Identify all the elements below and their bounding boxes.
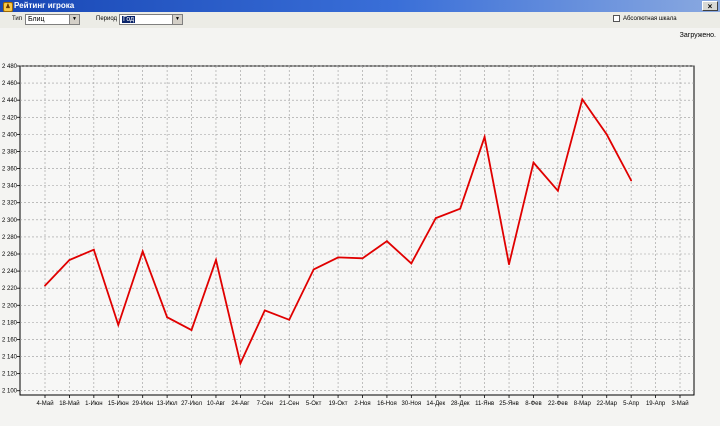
x-tick-label: 2-Ноя xyxy=(354,401,370,407)
data-point xyxy=(68,259,71,261)
x-tick-label: 13-Июл xyxy=(157,401,178,407)
data-point xyxy=(263,309,266,312)
y-tick-label: 2 300 xyxy=(2,218,18,224)
x-tick-label: 4-Май xyxy=(36,400,53,407)
x-tick-label: 14-Дек xyxy=(426,401,445,407)
data-point xyxy=(288,318,291,321)
rating-chart: 2 100 2 120 2 140 2 160 2 180 2 200 2 220 2 240… xyxy=(2,64,695,407)
x-tick-label: 25-Янв xyxy=(499,401,519,407)
x-tick-label: 11-Янв xyxy=(475,401,494,407)
data-point xyxy=(630,179,633,182)
y-tick-label: 2 380 xyxy=(2,149,18,155)
data-point xyxy=(483,136,486,138)
data-point xyxy=(117,324,120,326)
data-point xyxy=(190,329,193,331)
y-tick-label: 2 400 xyxy=(2,132,18,138)
x-tick-label: 18-Май xyxy=(59,400,79,407)
x-tick-label: 22-Мар xyxy=(597,401,618,407)
data-point xyxy=(361,257,364,260)
data-point xyxy=(239,362,242,365)
data-point xyxy=(605,133,608,136)
y-tick-label: 2 440 xyxy=(2,98,18,104)
x-tick-label: 1-Июн xyxy=(85,401,102,407)
data-point xyxy=(312,268,315,271)
x-tick-label: 29-Июн xyxy=(132,401,153,407)
y-tick-label: 2 200 xyxy=(2,303,18,309)
y-tick-label: 2 140 xyxy=(2,355,18,361)
data-point xyxy=(386,240,388,243)
y-tick-label: 2 420 xyxy=(2,115,18,121)
x-tick-label: 19-Окт xyxy=(329,401,348,407)
y-tick-label: 2 180 xyxy=(2,320,18,326)
y-tick-label: 2 240 xyxy=(2,269,18,275)
data-point xyxy=(166,316,169,319)
data-point xyxy=(508,263,510,266)
data-point xyxy=(141,250,144,253)
y-tick-label: 2 280 xyxy=(2,235,18,241)
y-tick-label: 2 460 xyxy=(2,81,18,87)
x-tick-label: 5-Апр xyxy=(623,401,640,407)
data-point xyxy=(459,207,462,210)
y-tick-label: 2 480 xyxy=(2,64,18,70)
y-tick-label: 2 340 xyxy=(2,184,18,190)
x-tick-label: 24-Авг xyxy=(231,401,250,407)
y-tick-label: 2 260 xyxy=(2,252,18,258)
data-point xyxy=(92,248,95,251)
data-point xyxy=(532,161,535,164)
data-point xyxy=(556,189,559,192)
x-tick-label: 19-Апр xyxy=(646,401,666,407)
y-tick-label: 2 100 xyxy=(2,389,18,395)
data-point xyxy=(215,259,217,261)
x-tick-label: 30-Ноя xyxy=(402,401,422,407)
x-tick-label: 22-Фев xyxy=(548,401,568,407)
x-tick-label: 21-Сен xyxy=(279,401,299,407)
x-tick-label: 8-Фев xyxy=(525,401,541,407)
y-tick-label: 2 360 xyxy=(2,167,18,173)
data-point xyxy=(410,262,413,265)
x-tick-label: 15-Июн xyxy=(108,401,129,407)
y-tick-label: 2 160 xyxy=(2,337,18,343)
x-tick-label: 5-Окт xyxy=(306,401,322,407)
y-tick-label: 2 320 xyxy=(2,201,18,207)
data-point xyxy=(337,256,339,259)
x-tick-label: 27-Июл xyxy=(181,401,202,407)
data-point xyxy=(44,284,46,287)
x-tick-label: 10-Авг xyxy=(207,401,226,407)
x-tick-label: 16-Ноя xyxy=(377,401,397,407)
x-tick-label: 8-Мар xyxy=(574,401,592,407)
x-tick-label: 7-Сен xyxy=(257,401,273,407)
data-point xyxy=(581,98,584,101)
y-tick-label: 2 120 xyxy=(2,372,18,378)
x-tick-label: 28-Дек xyxy=(451,401,470,407)
y-tick-label: 2 220 xyxy=(2,286,18,292)
x-tick-label: 3-Май xyxy=(671,400,688,407)
data-point xyxy=(434,217,437,220)
